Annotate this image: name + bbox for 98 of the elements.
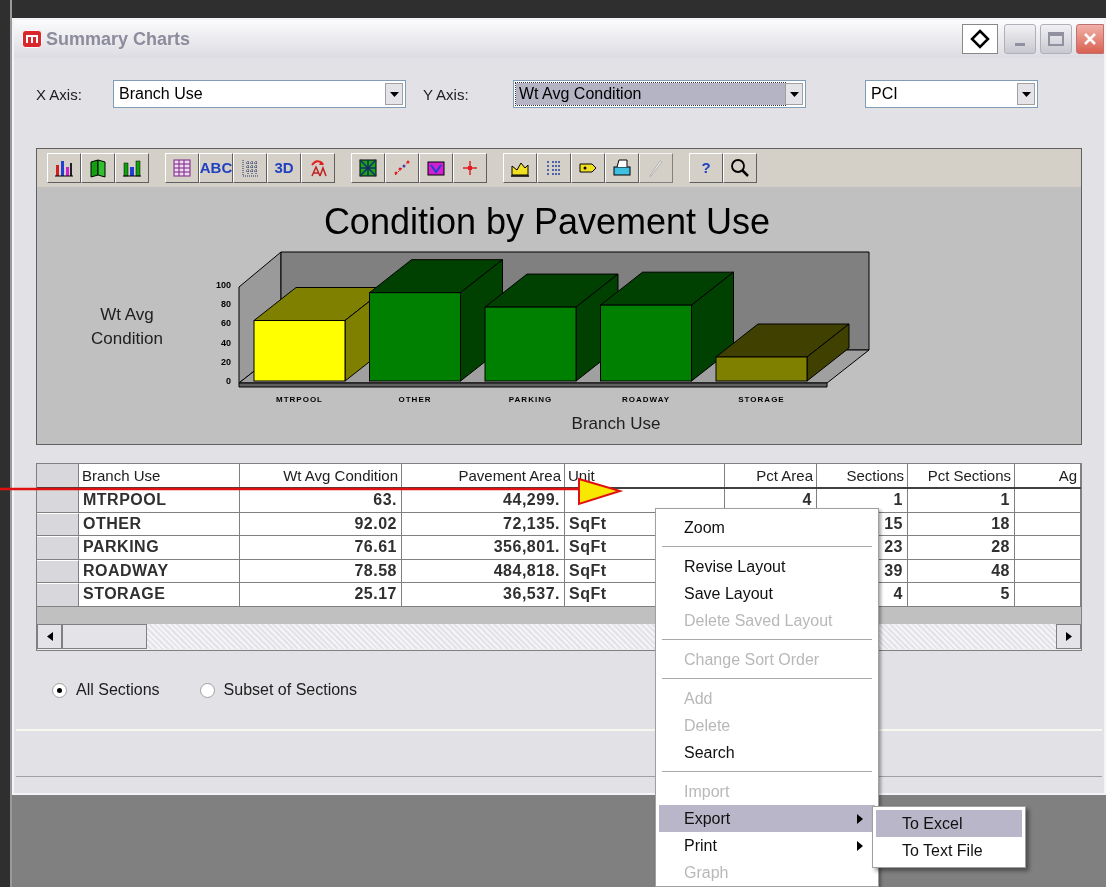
dropdown[interactable]: PCI — [865, 80, 1038, 108]
right-arrow-icon — [1065, 632, 1072, 641]
diamond-icon — [970, 29, 990, 49]
toolbar-button[interactable]: ABC — [199, 153, 233, 183]
category-label: PARKING — [508, 395, 553, 404]
minimize-button[interactable] — [1004, 24, 1036, 54]
table-cell: 63. — [240, 489, 402, 512]
table-cell: 44,299. — [402, 489, 565, 512]
x-axis-title: Branch Use — [571, 414, 661, 433]
toolbar-button[interactable] — [453, 153, 487, 183]
y-tick-label: 0 — [225, 376, 231, 386]
toolbar-button[interactable] — [351, 153, 385, 183]
table-cell: 356,801. — [402, 536, 565, 559]
y-axis-title: Wt Avg Condition — [90, 304, 164, 350]
menu-item[interactable]: Export — [659, 805, 875, 832]
toolbar-button[interactable] — [605, 153, 639, 183]
toolbar-button[interactable] — [723, 153, 757, 183]
toolbar-button[interactable] — [233, 153, 267, 183]
table-cell: OTHER — [79, 512, 240, 536]
column-header[interactable]: Pavement Area — [402, 464, 565, 487]
scroll-left-button[interactable] — [37, 624, 62, 649]
maximize-button[interactable] — [1040, 24, 1072, 54]
diamond-button[interactable] — [962, 24, 998, 54]
y-tick-label: 40 — [220, 337, 231, 348]
radio-button[interactable] — [199, 682, 215, 698]
toolbar-button[interactable] — [165, 153, 199, 183]
toolbar-button[interactable] — [503, 153, 537, 183]
bar-chart-icon — [121, 157, 143, 179]
table-cell: 48 — [908, 559, 1015, 583]
table-cell: STORAGE — [79, 583, 240, 606]
y-tick-label: 60 — [220, 318, 231, 329]
table-cell: 72,135. — [402, 512, 565, 536]
toolbar-button[interactable] — [419, 153, 453, 183]
menu-item[interactable]: Search — [659, 739, 875, 766]
table-cell: 484,818. — [402, 559, 565, 583]
toolbar-button[interactable] — [47, 153, 81, 183]
grid-icon — [239, 157, 261, 179]
dropdown-arrow-icon — [789, 91, 799, 97]
radio-label: Subset of Sections — [223, 680, 357, 700]
menu-item[interactable]: To Text File — [876, 837, 1022, 864]
book-icon — [87, 157, 109, 179]
table-cell: 78.58 — [240, 559, 402, 583]
category-label: STORAGE — [738, 395, 785, 404]
toolbar-button[interactable]: ? — [689, 153, 723, 183]
chart-title: Condition by Pavement Use — [323, 201, 771, 242]
dropdown[interactable]: Branch Use — [113, 80, 406, 108]
y-tick-label: 100 — [215, 280, 231, 290]
window-title: Summary Charts — [46, 27, 191, 51]
toolbar-button[interactable] — [571, 153, 605, 183]
y-tick-label: 20 — [220, 356, 231, 367]
table-cell: 28 — [908, 536, 1015, 559]
toolbar-button[interactable] — [81, 153, 115, 183]
field-label: Y Axis: — [423, 85, 470, 105]
table-cell: 92.02 — [240, 512, 402, 536]
toolbar-button[interactable] — [115, 153, 149, 183]
close-icon — [1083, 32, 1097, 46]
y-tick-label: 80 — [220, 299, 231, 310]
toolbar-button[interactable] — [385, 153, 419, 183]
dropdown-arrow-icon — [1021, 91, 1031, 97]
scroll-right-button[interactable] — [1056, 624, 1081, 649]
dropdown[interactable]: Wt Avg Condition — [513, 80, 806, 108]
menu-item[interactable]: Print — [659, 832, 875, 859]
table-cell: 18 — [908, 512, 1015, 536]
toolbar-button[interactable] — [301, 153, 335, 183]
table-cell: 25.17 — [240, 583, 402, 606]
radio-button[interactable] — [52, 682, 67, 698]
app-icon — [22, 30, 42, 48]
field-label: X Axis: — [36, 85, 83, 105]
printer-icon — [611, 157, 633, 179]
table-cell: 76.61 — [240, 536, 402, 559]
column-header[interactable]: Ag — [1015, 464, 1081, 487]
table-cell: MTRPOOL — [79, 489, 240, 512]
category-label: OTHER — [398, 395, 432, 404]
column-header[interactable]: Pct Sections — [908, 464, 1015, 487]
column-header[interactable]: Pct Area — [725, 464, 817, 487]
category-label: ROADWAY — [622, 395, 670, 404]
table-cell: ROADWAY — [79, 559, 240, 583]
table-icon — [171, 157, 193, 179]
column-header[interactable]: Wt Avg Condition — [240, 464, 402, 487]
row-header[interactable] — [37, 464, 79, 487]
column-header[interactable]: Branch Use — [79, 464, 240, 487]
table-cell: 5 — [908, 583, 1015, 606]
toolbar-button[interactable] — [537, 153, 571, 183]
search-icon — [729, 157, 751, 179]
toolbar-button[interactable]: 3D — [267, 153, 301, 183]
left-arrow-icon — [46, 632, 53, 641]
table-cell: PARKING — [79, 536, 240, 559]
chart-panel: ABC 3D ? Condition by Pavement Use 0 20 40 60 80 100 MTRPOOL OTHER PARKING ROADWAY STORAGE Branch Use Wt Avg Condition — [36, 148, 1082, 445]
column-header[interactable]: Sections — [817, 464, 908, 487]
category-label: MTRPOOL — [276, 395, 323, 404]
table-cell: 36,537. — [402, 583, 565, 606]
scrollbar-thumb[interactable] — [62, 624, 147, 649]
close-button[interactable] — [1076, 24, 1104, 54]
dropdown-arrow-icon — [389, 91, 399, 97]
radio-label: All Sections — [76, 680, 160, 700]
pattern-icon — [357, 157, 379, 179]
table-cell: 1 — [908, 489, 1015, 512]
menu-item[interactable]: To Excel — [876, 810, 1022, 837]
